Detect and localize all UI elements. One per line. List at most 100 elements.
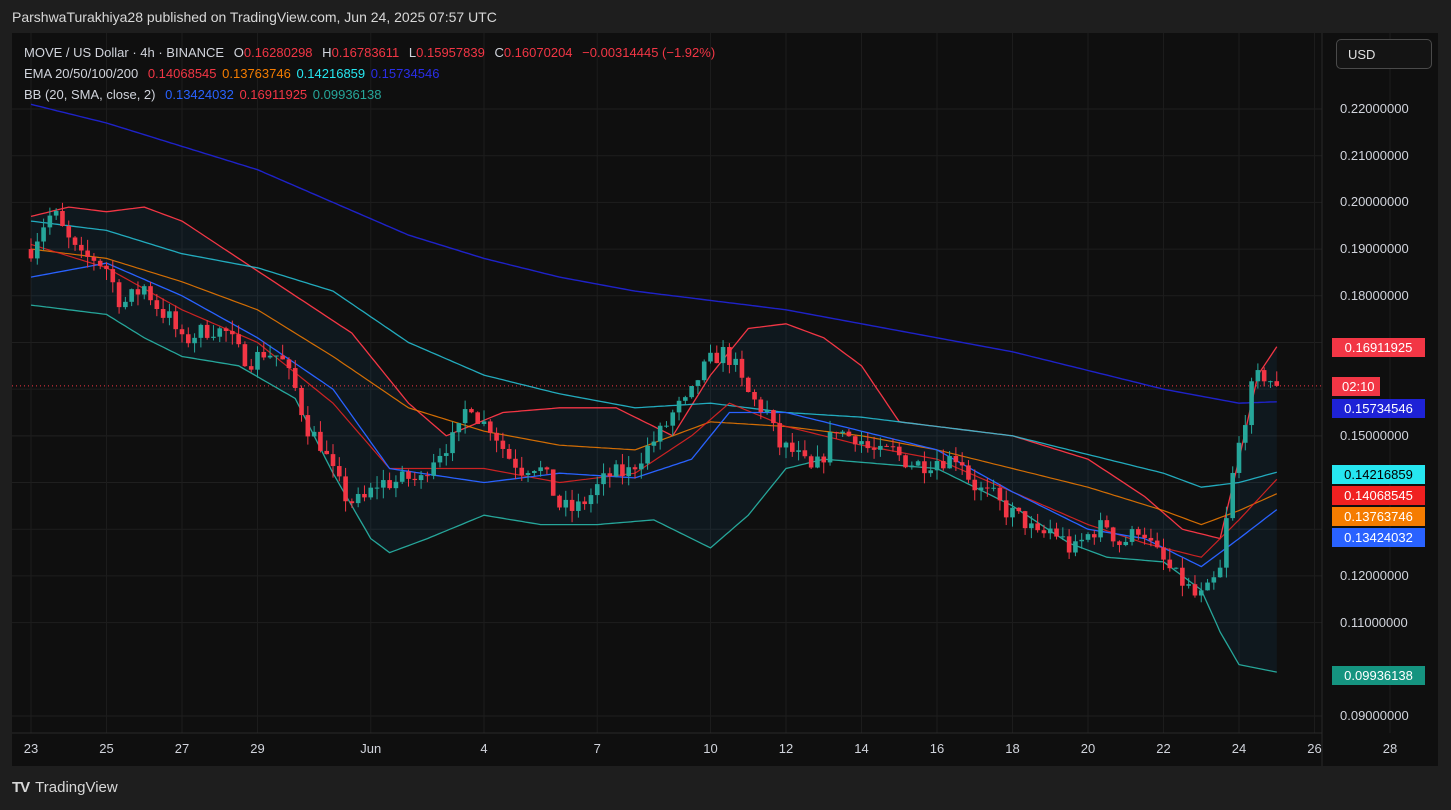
candle-down [802,450,808,457]
candle-down [821,456,827,463]
candle-up [1217,567,1223,578]
candle-down [362,493,367,498]
candle-down [896,446,902,456]
legend-open-label: O [233,45,244,60]
candle-up [859,441,864,445]
legend-ema-row[interactable]: EMA 20/50/100/200 0.14068545 0.13763746 … [24,66,445,81]
candle-down [607,473,613,477]
candle-up [450,432,455,454]
candle-up [947,456,952,469]
candle-up [588,495,594,505]
legend-high: 0.16783611 [331,45,400,60]
candle-down [966,465,971,480]
candle-down [1167,559,1173,569]
candle-down [179,329,185,335]
candle-up [613,464,619,477]
x-tick-label: 29 [250,741,265,756]
candle-up [701,361,707,381]
candle-up [198,324,204,338]
footer-brand: TradingView [35,779,118,796]
legend-bb-lower: 0.09936138 [312,87,382,102]
x-tick-label: 20 [1080,741,1096,756]
candle-up [720,347,726,364]
x-tick-label: 7 [593,741,601,756]
candle-up [1224,518,1229,568]
candle-down [154,300,160,310]
candle-up [167,311,172,318]
candle-down [116,282,122,308]
candle-down [727,347,732,365]
candle-up [1205,582,1210,591]
candle-up [1211,577,1217,583]
x-tick-label: 22 [1156,741,1171,756]
x-tick-label: 27 [174,741,190,756]
candle-down [305,415,311,437]
candle-down [248,366,254,370]
candle-down [1104,520,1110,528]
candle-down [506,448,512,459]
candle-down [1022,511,1028,529]
candle-down [1180,567,1185,586]
currency-button[interactable]: USD [1336,39,1432,69]
candle-up [1098,520,1103,538]
candle-down [60,210,65,226]
candle-down [865,441,871,449]
y-tick-label: 0.22000000 [1340,101,1409,116]
candle-down [28,249,34,259]
candle-up [47,215,53,228]
candle-down [739,358,745,378]
candle-up [796,450,801,452]
candle-up [1173,567,1179,569]
candle-down [1003,500,1009,518]
candle-up [651,441,657,446]
candle-down [846,431,852,437]
candle-down [72,237,78,245]
legend-symbol[interactable]: MOVE / US Dollar · 4h · BINANCE [24,45,224,60]
legend-ema100: 0.14216859 [296,66,366,81]
candle-down [230,330,235,335]
candle-up [928,470,934,474]
candle-up [1255,370,1261,382]
candle-up [123,301,128,308]
candle-up [34,241,40,259]
price-chart[interactable] [12,33,1438,766]
candle-down [557,495,562,508]
x-tick-label: 18 [1005,741,1020,756]
candle-up [192,337,197,344]
candle-up [525,472,531,476]
candle-down [1066,536,1072,553]
candle-down [1091,534,1097,538]
candle-up [1123,541,1129,546]
footer: TV TradingView [12,779,118,796]
candle-down [1117,541,1122,546]
candle-down [1110,527,1116,542]
candle-down [953,456,959,463]
candle-up [1198,590,1204,596]
legend-open: 0.16280298 [243,45,313,60]
candle-down [135,289,141,295]
candle-down [487,421,493,433]
candle-up [129,289,134,302]
candle-up [733,358,738,365]
candle-down [871,448,877,450]
candle-down [922,461,927,474]
candle-up [1129,529,1135,542]
candle-down [110,269,116,283]
x-tick-label: 12 [778,741,794,756]
tradingview-logo-icon: TV [12,779,30,796]
candle-up [676,400,682,413]
legend-ema50: 0.13763746 [222,66,291,81]
candle-up [431,462,436,476]
x-tick-label: 16 [929,741,945,756]
candle-down [1041,530,1047,534]
axis-price-label: 0.13763746 [1332,507,1425,526]
candle-up [1060,536,1066,538]
candle-down [330,454,336,467]
candle-down [236,334,241,345]
candle-up [626,467,632,477]
legend-ema-label: EMA 20/50/100/200 [24,66,139,81]
legend-bb-row[interactable]: BB (20, SMA, close, 2) 0.13424032 0.1691… [24,87,387,102]
candle-down [469,409,474,413]
candle-down [903,455,908,468]
axis-price-label: 0.13424032 [1332,528,1425,547]
